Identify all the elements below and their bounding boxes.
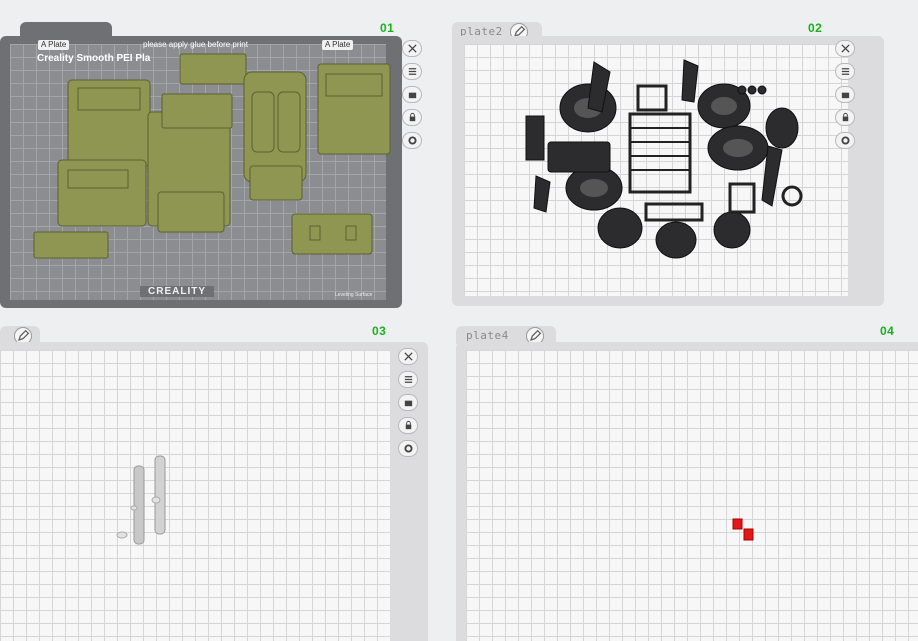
close-icon: [840, 44, 850, 53]
plate-03-close-button[interactable]: [398, 348, 418, 365]
list-icon: [408, 68, 416, 75]
plate-03-bed[interactable]: [0, 342, 428, 641]
plate-01-bed[interactable]: A Plate please apply glue before print A…: [0, 36, 402, 308]
plate-01-toolbar: [402, 40, 422, 149]
plate-01-models[interactable]: [0, 36, 402, 308]
auto-arrange-icon: [408, 92, 416, 99]
plate-03-list-button[interactable]: [398, 371, 418, 388]
plate-03-lock-button[interactable]: [398, 417, 418, 434]
list-icon: [404, 376, 412, 383]
plate-01-lock-button[interactable]: [402, 109, 422, 126]
plate-04-name: plate4: [466, 329, 509, 342]
plate-02-bed[interactable]: [452, 36, 884, 306]
plate-03-toolbar: [398, 348, 418, 457]
plate-02-settings-button[interactable]: [835, 132, 855, 149]
plate-02-toolbar: [835, 40, 855, 149]
plate-02-list-button[interactable]: [835, 63, 855, 80]
gear-icon: [840, 136, 850, 145]
plate-03-models[interactable]: [0, 342, 428, 641]
plate-03-auto-arrange-button[interactable]: [398, 394, 418, 411]
plate-number-03: 03: [372, 324, 387, 338]
plate-02-models[interactable]: [452, 36, 884, 306]
plate-02-auto-arrange-button[interactable]: [835, 86, 855, 103]
wheel-and-accessory-parts: [525, 59, 803, 259]
lock-icon: [405, 420, 411, 430]
auto-arrange-icon: [404, 400, 412, 407]
plate-01-settings-button[interactable]: [402, 132, 422, 149]
plate-number-04: 04: [880, 324, 895, 338]
gear-icon: [403, 444, 413, 453]
plate-number-02: 02: [808, 21, 823, 35]
plate-02-close-button[interactable]: [835, 40, 855, 57]
plate-01-close-button[interactable]: [402, 40, 422, 57]
plate-01-list-button[interactable]: [402, 63, 422, 80]
lock-icon: [842, 112, 848, 122]
plate-01-auto-arrange-button[interactable]: [402, 86, 422, 103]
lock-icon: [409, 112, 415, 122]
close-icon: [403, 352, 413, 361]
jeep-frame-parts: [33, 53, 391, 259]
rod-parts: [116, 455, 166, 545]
small-red-parts: [732, 518, 754, 541]
auto-arrange-icon: [841, 92, 849, 99]
plate-04-bed[interactable]: [456, 342, 918, 641]
close-icon: [407, 44, 417, 53]
plate-03-settings-button[interactable]: [398, 440, 418, 457]
gear-icon: [407, 136, 417, 145]
plate-number-01: 01: [380, 21, 395, 35]
plate-04-models[interactable]: [456, 342, 918, 641]
list-icon: [841, 68, 849, 75]
plate-02-lock-button[interactable]: [835, 109, 855, 126]
